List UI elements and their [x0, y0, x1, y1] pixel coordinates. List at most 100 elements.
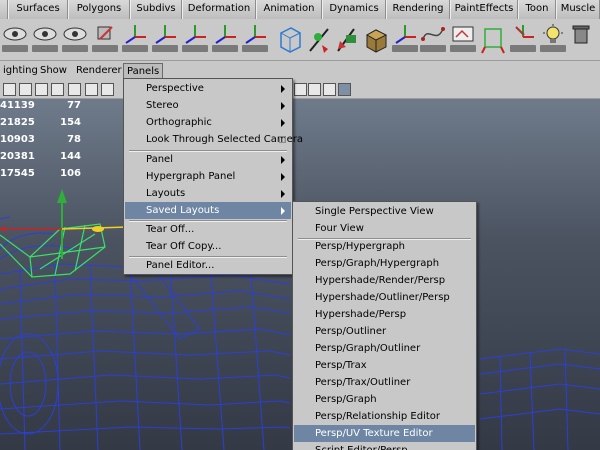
option-box-icon[interactable] — [279, 136, 286, 143]
panel-toolbar — [0, 81, 600, 99]
rotate-axis-icon[interactable] — [152, 23, 178, 52]
trash-icon[interactable] — [568, 23, 594, 50]
menu-item-layouts[interactable]: Layouts — [125, 185, 291, 202]
menu-item-label: Stereo — [146, 100, 179, 111]
poly-count-selected: 78 — [67, 134, 81, 145]
paint-tool-icon[interactable] — [334, 23, 360, 57]
layout-item-hypershade-render-persp[interactable]: Hypershade/Render/Persp — [294, 272, 475, 289]
shelf-tab-polygons[interactable]: Polygons — [68, 0, 130, 19]
poly-count-value: 20381 — [0, 151, 35, 162]
menu-item-label: Tear Off Copy... — [146, 241, 222, 252]
shelf-tab-deformation[interactable]: Deformation — [182, 0, 256, 19]
wireframe-shading-icon[interactable] — [3, 83, 16, 96]
paint-axis-icon[interactable] — [510, 23, 536, 52]
shelf-icon-strip — [0, 19, 600, 61]
joint-axis-icon[interactable] — [392, 23, 418, 52]
menu-item-label: Saved Layouts — [146, 205, 220, 216]
shelf-tab-animation[interactable]: Animation — [256, 0, 322, 19]
paint-brush-icon[interactable] — [92, 23, 118, 52]
pivot-axis-icon[interactable] — [212, 23, 238, 52]
shelf-tab-rendering[interactable]: Rendering — [386, 0, 450, 19]
freeze-axis-icon[interactable] — [242, 23, 268, 52]
shelf-tab-muscle[interactable]: Muscle — [556, 0, 600, 19]
menu-item-look-through-selected[interactable]: Look Through Selected Camera — [125, 131, 303, 148]
layout-item-persp-graph[interactable]: Persp/Graph — [294, 391, 475, 408]
submenu-arrow-icon — [281, 173, 285, 181]
layout-item-hypershade-outliner-persp[interactable]: Hypershade/Outliner/Persp — [294, 289, 475, 306]
layout-item-four-view[interactable]: Four View — [294, 220, 475, 237]
smooth-shading-icon[interactable] — [19, 83, 32, 96]
xray-icon[interactable] — [85, 83, 98, 96]
menu-item-panel[interactable]: Panel — [125, 151, 291, 168]
isolate-icon[interactable] — [101, 83, 114, 96]
menu-item-label: Layouts — [146, 188, 186, 199]
submenu-arrow-icon — [281, 190, 285, 198]
shelf-tab-bar: Surfaces Polygons Subdivs Deformation An… — [0, 0, 600, 19]
lighting-icon[interactable] — [51, 83, 64, 96]
share-icon[interactable] — [338, 83, 351, 96]
menu-item-perspective[interactable]: Perspective — [125, 80, 291, 97]
panels-dropdown-menu: Perspective Stereo Orthographic Look Thr… — [123, 78, 303, 275]
wire-cube-icon[interactable] — [276, 23, 302, 57]
shadow-icon[interactable] — [68, 83, 81, 96]
menu-item-label: Perspective — [146, 83, 204, 94]
menu-item-saved-layouts[interactable]: Saved Layouts — [125, 202, 291, 219]
eye-icon[interactable] — [2, 23, 28, 52]
shelf-tab-surfaces[interactable]: Surfaces — [8, 0, 68, 19]
menu-item-tear-off-copy[interactable]: Tear Off Copy... — [125, 238, 291, 255]
layout-item-persp-trax[interactable]: Persp/Trax — [294, 357, 475, 374]
menu-item-label: Orthographic — [146, 117, 212, 128]
snap-tool-icon[interactable] — [306, 23, 332, 57]
poly-count-selected: 77 — [67, 100, 81, 111]
menu-item-label: Tear Off... — [146, 224, 195, 235]
box-object-icon[interactable] — [363, 23, 389, 57]
menu-renderer[interactable]: Renderer — [73, 63, 125, 79]
menu-item-label: Hypergraph Panel — [146, 171, 236, 182]
layout-item-persp-relationship-editor[interactable]: Persp/Relationship Editor — [294, 408, 475, 425]
menu-item-hypergraph-panel[interactable]: Hypergraph Panel — [125, 168, 291, 185]
poly-count-value: 17545 — [0, 168, 35, 179]
shelf-tab-toon[interactable]: Toon — [518, 0, 556, 19]
poly-count-value: 10903 — [0, 134, 35, 145]
shelf-tab-dynamics[interactable]: Dynamics — [322, 0, 386, 19]
submenu-arrow-icon — [281, 156, 285, 164]
frame-all-icon[interactable] — [323, 83, 336, 96]
layout-item-persp-outliner[interactable]: Persp/Outliner — [294, 323, 475, 340]
panel-menu-bar: ighting Show Renderer Panels — [0, 61, 600, 81]
layout-item-persp-graph-hypergraph[interactable]: Persp/Graph/Hypergraph — [294, 255, 475, 272]
grid-icon[interactable] — [294, 83, 307, 96]
render-icon[interactable] — [450, 23, 476, 52]
texture-icon[interactable] — [35, 83, 48, 96]
menu-item-orthographic[interactable]: Orthographic — [125, 114, 291, 131]
menu-panels[interactable]: Panels — [123, 63, 164, 79]
rig-box-icon[interactable] — [480, 23, 506, 57]
menu-item-panel-editor[interactable]: Panel Editor... — [125, 257, 291, 274]
light-bulb-icon[interactable] — [540, 23, 566, 52]
move-axis-icon[interactable] — [122, 23, 148, 52]
menu-item-tear-off[interactable]: Tear Off... — [125, 221, 291, 238]
eye-icon[interactable] — [62, 23, 88, 52]
menu-show[interactable]: Show — [37, 63, 70, 79]
menu-lighting[interactable]: ighting — [0, 63, 41, 79]
layout-item-hypershade-persp[interactable]: Hypershade/Persp — [294, 306, 475, 323]
shelf-tab-painteffects[interactable]: PaintEffects — [450, 0, 518, 19]
layout-item-persp-hypergraph[interactable]: Persp/Hypergraph — [294, 238, 475, 255]
submenu-arrow-icon — [281, 85, 285, 93]
shelf-tab-general[interactable] — [0, 0, 8, 19]
curve-icon[interactable] — [420, 23, 446, 52]
shelf-tab-subdivs[interactable]: Subdivs — [130, 0, 182, 19]
menu-item-label: Panel — [146, 154, 173, 165]
menu-item-stereo[interactable]: Stereo — [125, 97, 291, 114]
layout-item-single-perspective[interactable]: Single Perspective View — [294, 203, 475, 220]
poly-count-value: 41139 — [0, 100, 35, 111]
poly-count-selected: 144 — [60, 151, 81, 162]
layout-item-persp-graph-outliner[interactable]: Persp/Graph/Outliner — [294, 340, 475, 357]
layout-item-persp-trax-outliner[interactable]: Persp/Trax/Outliner — [294, 374, 475, 391]
layout-item-persp-uv-texture-editor[interactable]: Persp/UV Texture Editor — [294, 425, 475, 442]
eye-icon[interactable] — [32, 23, 58, 52]
submenu-arrow-icon — [281, 119, 285, 127]
layout-item-script-editor-persp[interactable]: Script Editor/Persp — [294, 442, 475, 450]
scale-axis-icon[interactable] — [182, 23, 208, 52]
camera-icon[interactable] — [308, 83, 321, 96]
submenu-arrow-icon — [281, 207, 285, 215]
